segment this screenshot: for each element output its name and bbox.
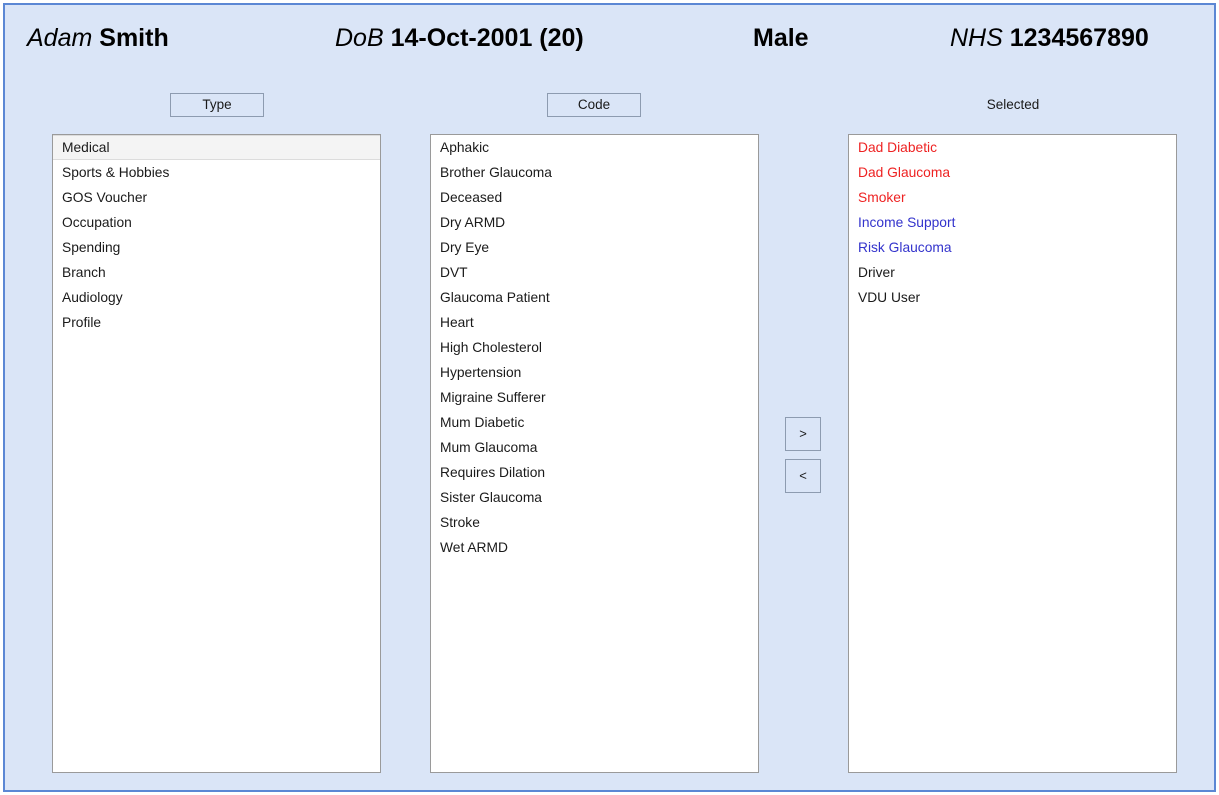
type-list-item[interactable]: Audiology [53, 285, 380, 310]
selected-list-item[interactable]: Smoker [849, 185, 1176, 210]
code-list-item[interactable]: Wet ARMD [431, 535, 758, 560]
type-list-item[interactable]: Occupation [53, 210, 380, 235]
selected-list-item[interactable]: Driver [849, 260, 1176, 285]
selected-list-item[interactable]: VDU User [849, 285, 1176, 310]
type-listbox[interactable]: Medical Sports & Hobbies GOS Voucher Occupa… [52, 134, 381, 773]
add-code-button[interactable]: > [785, 417, 821, 451]
code-list-item[interactable]: Dry ARMD [431, 210, 758, 235]
selected-list-item[interactable]: Dad Diabetic [849, 135, 1176, 160]
gender-value: Male [753, 24, 809, 52]
type-list-item[interactable]: Branch [53, 260, 380, 285]
patient-first-name: Adam [27, 24, 93, 52]
patient-codes-panel: Adam Smith DoB 14-Oct-2001 (20) Male NHS… [3, 3, 1216, 792]
patient-header-bar: Adam Smith DoB 14-Oct-2001 (20) Male NHS… [5, 5, 1214, 67]
selected-listbox[interactable]: Dad Diabetic Dad Glaucoma Smoker Income Sup… [848, 134, 1177, 773]
code-list-item[interactable]: Deceased [431, 185, 758, 210]
patient-dob: DoB 14-Oct-2001 (20) [335, 23, 584, 53]
code-list-item[interactable]: Migraine Sufferer [431, 385, 758, 410]
code-column-button[interactable]: Code [547, 93, 641, 117]
code-list-item[interactable]: Glaucoma Patient [431, 285, 758, 310]
code-list-item[interactable]: Hypertension [431, 360, 758, 385]
code-list-item[interactable]: Dry Eye [431, 235, 758, 260]
selected-list-item[interactable]: Income Support [849, 210, 1176, 235]
selected-column-label: Selected [986, 97, 1040, 112]
code-list-item[interactable]: Aphakic [431, 135, 758, 160]
code-list-item[interactable]: DVT [431, 260, 758, 285]
code-list-item[interactable]: Mum Diabetic [431, 410, 758, 435]
code-list-item[interactable]: Heart [431, 310, 758, 335]
patient-name: Adam Smith [27, 23, 169, 53]
patient-gender: Male [753, 23, 809, 53]
type-list-item[interactable]: Medical [53, 135, 380, 160]
type-list-item[interactable]: Sports & Hobbies [53, 160, 380, 185]
type-list-item[interactable]: GOS Voucher [53, 185, 380, 210]
dob-label: DoB [335, 24, 384, 52]
code-list-item[interactable]: Requires Dilation [431, 460, 758, 485]
type-list-item[interactable]: Spending [53, 235, 380, 260]
code-list-item[interactable]: Mum Glaucoma [431, 435, 758, 460]
type-list-item[interactable]: Profile [53, 310, 380, 335]
nhs-value: 1234567890 [1009, 24, 1149, 52]
patient-surname: Smith [99, 24, 169, 52]
patient-nhs-number: NHS 1234567890 [950, 23, 1149, 53]
code-list-item[interactable]: Sister Glaucoma [431, 485, 758, 510]
type-column-button[interactable]: Type [170, 93, 264, 117]
dob-value: 14-Oct-2001 (20) [390, 24, 584, 52]
code-list-item[interactable]: Stroke [431, 510, 758, 535]
code-list-item[interactable]: Brother Glaucoma [431, 160, 758, 185]
remove-code-button[interactable]: < [785, 459, 821, 493]
code-list-item[interactable]: High Cholesterol [431, 335, 758, 360]
code-listbox[interactable]: Aphakic Brother Glaucoma Deceased Dry ARMD D… [430, 134, 759, 773]
nhs-label: NHS [950, 24, 1003, 52]
selected-list-item[interactable]: Risk Glaucoma [849, 235, 1176, 260]
selected-list-item[interactable]: Dad Glaucoma [849, 160, 1176, 185]
